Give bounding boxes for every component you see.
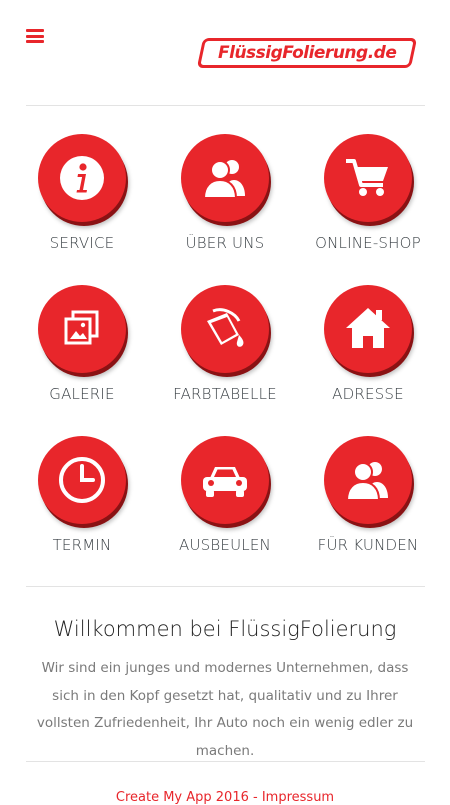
divider	[26, 105, 425, 106]
brand-logo[interactable]: FlüssigFolierung.de	[196, 38, 418, 68]
gallery-icon	[38, 285, 126, 373]
tile-online-shop[interactable]: ONLINE-SHOP	[296, 128, 440, 268]
tile-galerie[interactable]: GALERIE	[10, 279, 154, 419]
hamburger-menu-icon[interactable]	[26, 29, 44, 43]
footer-separator: -	[248, 790, 262, 805]
tile-adresse[interactable]: ADRESSE	[296, 279, 440, 419]
tile-farbtabelle[interactable]: FARBTABELLE	[153, 279, 297, 419]
info-icon	[38, 134, 126, 222]
car-icon	[181, 436, 269, 524]
tile-label: FÜR KUNDEN	[317, 536, 419, 554]
tile-fuer-kunden[interactable]: FÜR KUNDEN	[296, 430, 440, 570]
cart-icon	[324, 134, 412, 222]
tile-label: AUSBEULEN	[179, 536, 271, 554]
tile-termin[interactable]: TERMIN	[10, 430, 154, 570]
clock-icon	[38, 436, 126, 524]
tile-label: GALERIE	[49, 385, 115, 403]
tile-label: FARBTABELLE	[173, 385, 277, 403]
footer-credit-link[interactable]: Create My App 2016	[116, 790, 249, 805]
top-bar: FlüssigFolierung.de	[0, 0, 450, 106]
tile-label: ONLINE-SHOP	[315, 234, 421, 252]
tile-service[interactable]: SERVICE	[10, 128, 154, 268]
tile-label: TERMIN	[52, 536, 112, 554]
footer: Create My App 2016 - Impressum	[0, 790, 450, 805]
welcome-title: Willkommen bei FlüssigFolierung	[53, 617, 397, 641]
tile-label: ADRESSE	[332, 385, 404, 403]
logo-text: FlüssigFolierung.de	[217, 43, 397, 63]
tile-ausbeulen[interactable]: AUSBEULEN	[153, 430, 297, 570]
imprint-link[interactable]: Impressum	[262, 790, 334, 805]
paint-bucket-icon	[181, 285, 269, 373]
tile-label: ÜBER UNS	[185, 234, 265, 252]
welcome-text: Wir sind ein junges und modernes Unterne…	[36, 660, 414, 759]
divider	[26, 761, 425, 762]
users-icon	[324, 436, 412, 524]
divider	[26, 586, 425, 587]
tile-label: SERVICE	[49, 234, 115, 252]
users-icon	[181, 134, 269, 222]
tile-ueber-uns[interactable]: ÜBER UNS	[153, 128, 297, 268]
house-icon	[324, 285, 412, 373]
